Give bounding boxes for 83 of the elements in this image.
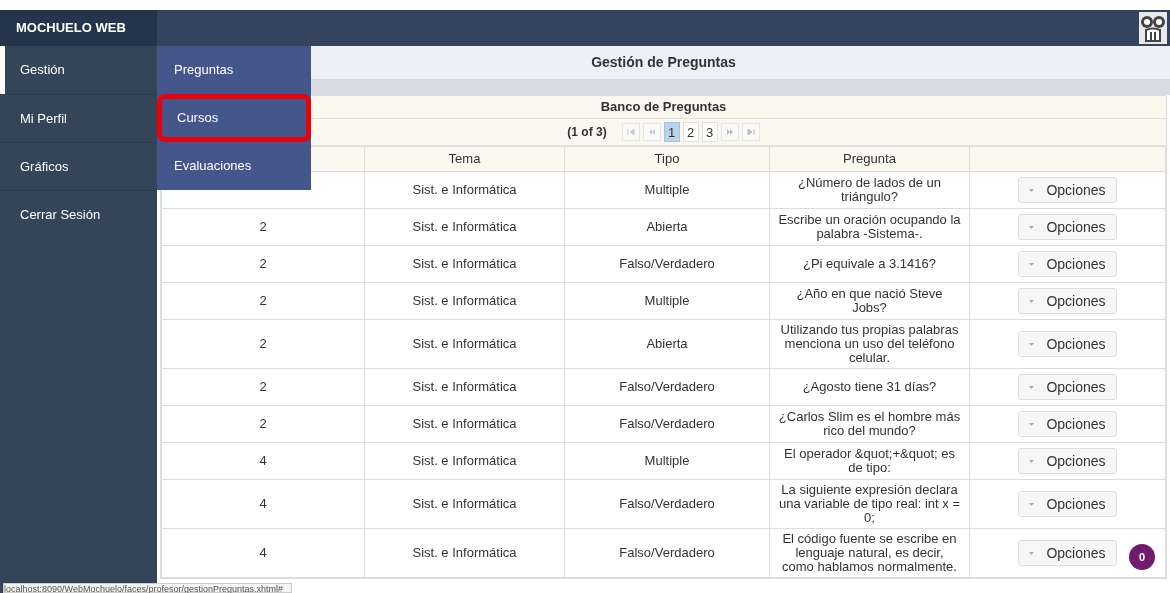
options-button[interactable]: Opciones — [1018, 411, 1117, 437]
options-button[interactable]: Opciones — [1018, 288, 1117, 314]
table-cell: Abierta — [646, 219, 688, 234]
table-cell: Multiple — [644, 182, 690, 197]
table-cell: Sist. e Informática — [412, 256, 517, 271]
table-cell: ¿Carlos Slim es el hombre más rico del mundo? — [778, 409, 961, 438]
options-button[interactable]: Opciones — [1018, 491, 1117, 517]
table-cell: 2 — [259, 293, 267, 308]
page-title: Gestión de Preguntas — [591, 53, 736, 72]
table-cell: Sist. e Informática — [412, 182, 517, 197]
caret-down-icon — [1029, 459, 1035, 463]
table-cell: 2 — [259, 336, 267, 351]
menu-item[interactable]: Preguntas — [157, 46, 311, 94]
table-cell: 2 — [259, 256, 267, 271]
table-cell: Escribe un oración ocupando la palabra -Sistema-. — [778, 212, 961, 241]
caret-down-icon — [1029, 385, 1035, 389]
table-cell: Sist. e Informática — [412, 453, 517, 468]
table-caption: Banco de Preguntas — [600, 98, 727, 117]
menu-item[interactable]: Evaluaciones — [157, 142, 311, 190]
previous-page-button[interactable] — [642, 123, 661, 141]
options-button[interactable]: Opciones — [1018, 540, 1117, 566]
table-cell: 4 — [259, 545, 267, 560]
caret-down-icon — [1029, 188, 1035, 192]
page-button[interactable]: 2 — [682, 122, 699, 142]
column-header: Tema — [448, 151, 481, 167]
table-cell: ¿Pi equivale a 3.1416? — [803, 256, 936, 271]
caret-down-icon — [1029, 299, 1035, 303]
app-title: MOCHUELO WEB — [16, 19, 126, 38]
table-cell: Falso/Verdadero — [619, 379, 715, 394]
table-cell: El operador &quot;+&quot; es de tipo: — [784, 446, 955, 475]
table-cell: 4 — [259, 453, 267, 468]
table-cell: Sist. e Informática — [412, 219, 517, 234]
column-header: Tipo — [654, 151, 680, 167]
page-report: (1 of 3) — [567, 124, 607, 141]
options-button[interactable]: Opciones — [1018, 374, 1117, 400]
next-page-button[interactable] — [720, 123, 739, 141]
options-button[interactable]: Opciones — [1018, 448, 1117, 474]
table-cell: Abierta — [646, 336, 688, 351]
double-left-arrow-icon — [647, 129, 656, 135]
table-cell: ¿Número de lados de un triángulo? — [797, 175, 942, 204]
caret-down-icon — [1029, 551, 1035, 555]
table-cell: Falso/Verdadero — [619, 256, 715, 271]
caret-down-icon — [1029, 262, 1035, 266]
table-cell: La siguiente expresión declara una variable de tipo real: int x = 0; — [779, 482, 960, 525]
caret-down-icon — [1029, 422, 1035, 426]
table-cell: Falso/Verdadero — [619, 496, 715, 511]
double-right-arrow-icon — [746, 129, 755, 135]
table-cell: 4 — [259, 496, 267, 511]
table-cell: Falso/Verdadero — [619, 545, 715, 560]
options-button[interactable]: Opciones — [1018, 251, 1117, 277]
table-cell: ¿Año en que nació Steve Jobs? — [796, 286, 943, 315]
first-page-button[interactable] — [621, 123, 640, 141]
menu-item[interactable]: Cursos — [157, 94, 311, 142]
table-cell: Multiple — [644, 293, 690, 308]
double-left-arrow-icon — [626, 129, 635, 135]
table-cell: Sist. e Informática — [412, 416, 517, 431]
last-page-button[interactable] — [741, 123, 760, 141]
table-cell: Sist. e Informática — [412, 496, 517, 511]
double-right-arrow-icon — [725, 129, 734, 135]
column-header: Pregunta — [843, 151, 896, 167]
table-cell: 2 — [259, 379, 267, 394]
sidebar-item[interactable]: Cerrar Sesión — [0, 190, 157, 238]
page-button[interactable]: 1 — [663, 122, 680, 142]
caret-down-icon — [1029, 342, 1035, 346]
table-cell: Sist. e Informática — [412, 545, 517, 560]
table-cell: El código fuente se escribe en lenguaje natural, es decir, como hablamos normalmente. — [782, 531, 957, 574]
table-cell: Multiple — [644, 453, 690, 468]
table-cell: ¿Agosto tiene 31 días? — [802, 379, 937, 394]
table-cell: 2 — [259, 219, 267, 234]
table-cell: Sist. e Informática — [412, 336, 517, 351]
status-url: localhost:8090/WebMochuelo/faces/profesor/gestionPreguntas.xhtml# — [3, 583, 292, 593]
options-button[interactable]: Opciones — [1018, 177, 1117, 203]
owl-icon — [1138, 11, 1168, 45]
options-button[interactable]: Opciones — [1018, 331, 1117, 357]
caret-down-icon — [1029, 502, 1035, 506]
options-button[interactable]: Opciones — [1018, 214, 1117, 240]
table-cell: Sist. e Informática — [412, 379, 517, 394]
table-cell: Falso/Verdadero — [619, 416, 715, 431]
table-cell: Sist. e Informática — [412, 293, 517, 308]
table-cell: 2 — [259, 416, 267, 431]
page-button[interactable]: 3 — [701, 122, 718, 142]
caret-down-icon — [1029, 225, 1035, 229]
table-cell: Utilizando tus propias palabras menciona un uso del teléfono celular. — [780, 322, 959, 365]
